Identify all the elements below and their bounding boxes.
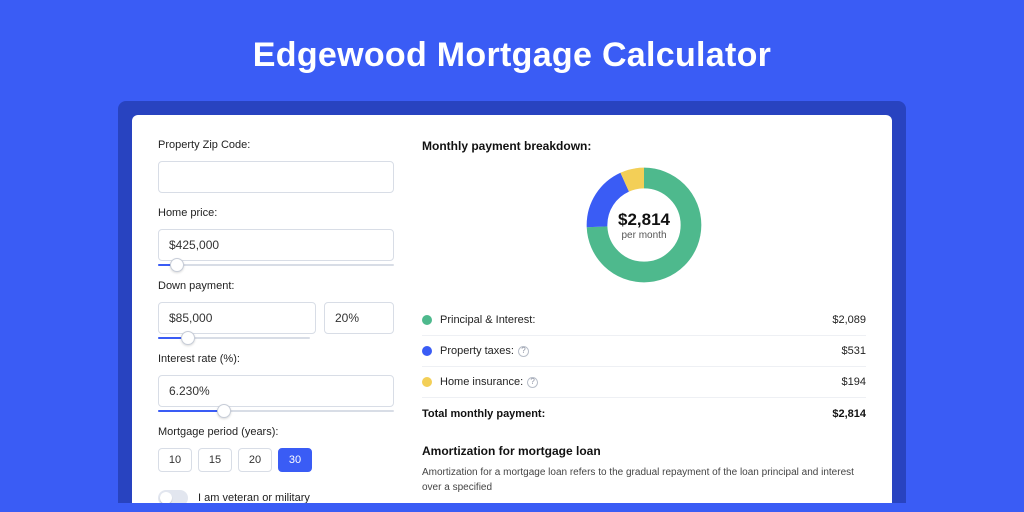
rate-field-group: Interest rate (%): — [158, 353, 394, 412]
legend-list: Principal & Interest:$2,089Property taxe… — [422, 305, 866, 398]
down-payment-slider-thumb[interactable] — [181, 331, 195, 345]
veteran-toggle[interactable] — [158, 490, 188, 503]
donut-center-amount: $2,814 — [618, 210, 670, 230]
home-price-field-group: Home price: — [158, 207, 394, 266]
period-option-15[interactable]: 15 — [198, 448, 232, 472]
period-option-20[interactable]: 20 — [238, 448, 272, 472]
legend-row: Home insurance:?$194 — [422, 367, 866, 398]
legend-label: Property taxes:? — [440, 345, 842, 357]
legend-value: $194 — [842, 376, 866, 388]
total-value: $2,814 — [832, 408, 866, 420]
home-price-slider-thumb[interactable] — [170, 258, 184, 272]
total-label: Total monthly payment: — [422, 408, 832, 420]
amortization-text: Amortization for a mortgage loan refers … — [422, 466, 866, 495]
down-payment-input[interactable] — [158, 302, 316, 334]
breakdown-title: Monthly payment breakdown: — [422, 139, 866, 153]
donut-center-sub: per month — [621, 230, 666, 241]
breakdown-column: Monthly payment breakdown: $2,814 per mo… — [422, 139, 866, 503]
veteran-toggle-label: I am veteran or military — [198, 492, 310, 503]
period-option-30[interactable]: 30 — [278, 448, 312, 472]
legend-value: $531 — [842, 345, 866, 357]
donut-chart: $2,814 per month — [582, 163, 706, 287]
home-price-label: Home price: — [158, 207, 394, 219]
home-price-input[interactable] — [158, 229, 394, 261]
info-icon[interactable]: ? — [527, 377, 538, 388]
rate-slider[interactable] — [158, 410, 394, 412]
down-payment-pct-input[interactable] — [324, 302, 394, 334]
legend-dot-icon — [422, 377, 432, 387]
period-segmented-control: 10152030 — [158, 448, 394, 472]
zip-field-group: Property Zip Code: — [158, 139, 394, 193]
period-label: Mortgage period (years): — [158, 426, 394, 438]
rate-slider-thumb[interactable] — [217, 404, 231, 418]
period-option-10[interactable]: 10 — [158, 448, 192, 472]
down-payment-slider[interactable] — [158, 337, 310, 339]
legend-label: Principal & Interest: — [440, 314, 832, 326]
legend-value: $2,089 — [832, 314, 866, 326]
legend-label: Home insurance:? — [440, 376, 842, 388]
form-column: Property Zip Code: Home price: Down paym… — [158, 139, 394, 503]
amortization-title: Amortization for mortgage loan — [422, 444, 866, 458]
period-field-group: Mortgage period (years): 10152030 — [158, 426, 394, 472]
zip-label: Property Zip Code: — [158, 139, 394, 151]
down-payment-field-group: Down payment: — [158, 280, 394, 339]
calculator-panel-frame: Property Zip Code: Home price: Down paym… — [118, 101, 906, 503]
zip-input[interactable] — [158, 161, 394, 193]
home-price-slider[interactable] — [158, 264, 394, 266]
rate-label: Interest rate (%): — [158, 353, 394, 365]
legend-dot-icon — [422, 315, 432, 325]
page-title: Edgewood Mortgage Calculator — [0, 0, 1024, 101]
legend-dot-icon — [422, 346, 432, 356]
down-payment-label: Down payment: — [158, 280, 394, 292]
calculator-panel: Property Zip Code: Home price: Down paym… — [132, 115, 892, 503]
veteran-toggle-row: I am veteran or military — [158, 490, 394, 503]
legend-row: Principal & Interest:$2,089 — [422, 305, 866, 336]
rate-input[interactable] — [158, 375, 394, 407]
total-row: Total monthly payment: $2,814 — [422, 398, 866, 434]
donut-chart-wrap: $2,814 per month — [422, 163, 866, 287]
legend-row: Property taxes:?$531 — [422, 336, 866, 367]
info-icon[interactable]: ? — [518, 346, 529, 357]
